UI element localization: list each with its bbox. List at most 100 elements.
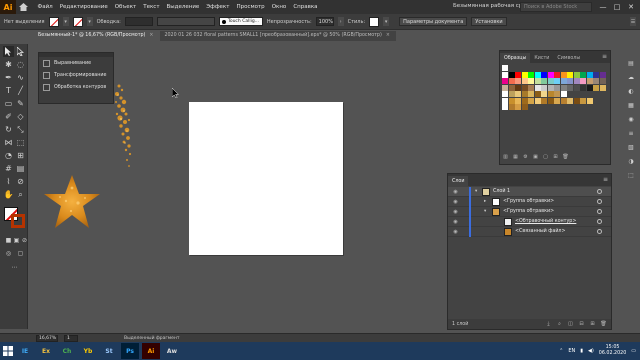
swatch[interactable] xyxy=(528,91,534,97)
swatch[interactable] xyxy=(586,78,593,84)
artboard-number-field[interactable]: 1 xyxy=(64,334,78,342)
panel-menu-icon[interactable]: ≡ xyxy=(602,53,607,60)
menu-effect[interactable]: Эффект xyxy=(203,4,233,10)
magic-wand-icon[interactable]: ✱ xyxy=(3,59,14,70)
delete-layer-icon[interactable]: 🗑 xyxy=(600,321,607,327)
none-mode-icon[interactable]: ⊘ xyxy=(19,235,30,246)
swatch[interactable] xyxy=(599,78,606,84)
layer-row[interactable]: ◉ ▸ <Группа обтравки> xyxy=(448,196,611,207)
draw-mode-icon[interactable]: ◎ xyxy=(3,248,14,259)
swatch[interactable] xyxy=(528,84,534,91)
taskbar-app-steam[interactable]: St xyxy=(100,343,118,359)
swatch[interactable] xyxy=(580,97,586,104)
swatch[interactable] xyxy=(515,91,521,97)
transform-panel-item[interactable]: Трансформирование xyxy=(39,69,113,81)
stroke-label[interactable]: Обводка: xyxy=(97,19,121,25)
swatch[interactable] xyxy=(528,78,534,84)
swatch[interactable] xyxy=(508,71,515,78)
swatch[interactable] xyxy=(521,104,528,110)
swatch[interactable] xyxy=(502,97,508,104)
layer-name[interactable]: <Группа обтравки> xyxy=(503,199,554,204)
taskbar-app-ie[interactable]: IE xyxy=(16,343,34,359)
volume-icon[interactable]: ◀) xyxy=(588,348,594,354)
layer-name[interactable]: <Связанный файл> xyxy=(515,229,566,234)
curvature-tool-icon[interactable]: ∿ xyxy=(15,72,26,83)
new-layer-icon[interactable]: ⊞ xyxy=(589,321,596,327)
swatch[interactable] xyxy=(502,65,508,71)
swatch[interactable] xyxy=(521,71,528,78)
hand-tool-icon[interactable]: ✋ xyxy=(3,189,14,200)
scale-tool-icon[interactable]: ⤡ xyxy=(15,124,26,135)
menu-type[interactable]: Текст xyxy=(140,4,163,10)
tray-chevron-icon[interactable]: ⌃ xyxy=(559,348,563,354)
align-panel-item[interactable]: Выравнивание xyxy=(39,57,113,69)
swatch[interactable] xyxy=(560,84,567,91)
swatch[interactable] xyxy=(541,71,547,78)
minimize-button[interactable]: — xyxy=(596,0,610,14)
visibility-eye-icon[interactable]: ◉ xyxy=(452,208,459,215)
menu-object[interactable]: Объект xyxy=(111,4,140,10)
visibility-eye-icon[interactable]: ◉ xyxy=(452,188,459,195)
swatch[interactable] xyxy=(554,91,560,97)
swatch[interactable] xyxy=(554,71,560,78)
stroke-dropdown[interactable]: ▾ xyxy=(86,17,93,26)
pathfinder-panel-item[interactable]: Обработка контуров xyxy=(39,81,113,93)
delete-swatch-icon[interactable]: 🗑 xyxy=(562,154,569,160)
gradient-tool-icon[interactable]: ▤ xyxy=(15,163,26,174)
windows-start-icon[interactable] xyxy=(0,342,16,360)
swatch[interactable] xyxy=(599,84,606,91)
swatch[interactable] xyxy=(534,97,541,104)
swatch[interactable] xyxy=(586,84,593,91)
shaper-tool-icon[interactable]: ✐ xyxy=(3,111,14,122)
layer-name[interactable]: Слой 1 xyxy=(493,189,510,194)
stock-search-input[interactable]: Поиск в Adobe Stock xyxy=(520,2,592,12)
taskbar-app-yandex[interactable]: Yb xyxy=(79,343,97,359)
graphic-styles-icon[interactable]: ▦ xyxy=(626,100,636,110)
swatch[interactable] xyxy=(560,78,567,84)
swatch[interactable] xyxy=(502,78,508,84)
transparency-icon[interactable]: ◑ xyxy=(626,156,636,166)
swatch[interactable] xyxy=(580,71,586,78)
free-transform-icon[interactable]: ⬚ xyxy=(15,137,26,148)
gradient-icon[interactable]: ▧ xyxy=(626,142,636,152)
gold-sparkles-artwork[interactable] xyxy=(105,80,135,175)
swatch[interactable] xyxy=(560,97,567,104)
arrange-documents-icon[interactable]: ☰ xyxy=(630,17,636,26)
style-swatch[interactable] xyxy=(369,16,380,27)
width-tool-icon[interactable]: ⋈ xyxy=(3,137,14,148)
layer-row[interactable]: ◉ ▾ <Группа обтравки> xyxy=(448,206,611,217)
swatch[interactable] xyxy=(515,71,521,78)
swatch[interactable] xyxy=(573,78,580,84)
swatch[interactable] xyxy=(508,97,515,104)
screen-mode-icon[interactable]: ▢ xyxy=(15,248,26,259)
swatch[interactable] xyxy=(554,84,560,91)
fill-dropdown[interactable]: ▾ xyxy=(62,17,69,26)
new-swatch-icon[interactable]: ⊞ xyxy=(552,154,559,160)
collect-export-icon[interactable]: ⤓ xyxy=(545,321,552,327)
target-circle-icon[interactable] xyxy=(597,209,602,214)
target-circle-icon[interactable] xyxy=(597,189,602,194)
swatch[interactable] xyxy=(541,78,547,84)
maximize-button[interactable]: □ xyxy=(610,0,624,14)
swatch[interactable] xyxy=(580,78,586,84)
clipping-mask-icon[interactable]: ◫ xyxy=(567,321,574,327)
swatch[interactable] xyxy=(521,78,528,84)
swatch[interactable] xyxy=(573,97,580,104)
swatch[interactable] xyxy=(508,104,515,110)
menu-file[interactable]: Файл xyxy=(34,4,56,10)
swatch[interactable] xyxy=(567,71,573,78)
selection-tool-icon[interactable] xyxy=(3,46,14,57)
tab-symbols[interactable]: Символы xyxy=(553,53,584,63)
fill-swatch[interactable] xyxy=(48,16,59,27)
stroke-icon[interactable]: ≡ xyxy=(626,128,636,138)
stroke-color-box[interactable] xyxy=(11,214,25,228)
swatch[interactable] xyxy=(573,84,580,91)
paintbrush-icon[interactable]: ✎ xyxy=(15,98,26,109)
swatch[interactable] xyxy=(528,71,534,78)
stroke-swatch[interactable] xyxy=(72,16,83,27)
swatch[interactable] xyxy=(567,78,573,84)
swatch[interactable] xyxy=(541,97,547,104)
layer-name[interactable]: <Обтравочный контур> xyxy=(515,219,576,224)
zoom-field[interactable]: 16,67% xyxy=(36,334,58,342)
layer-row[interactable]: ◉ <Обтравочный контур> xyxy=(448,216,611,227)
